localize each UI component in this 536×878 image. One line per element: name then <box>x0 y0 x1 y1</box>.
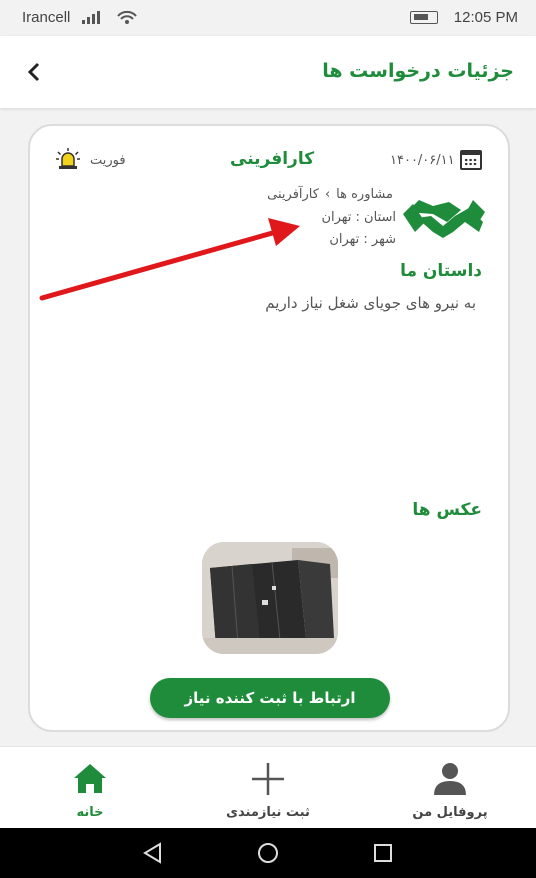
photos-title: عکس ها <box>412 500 482 520</box>
handshake-icon <box>403 200 485 238</box>
wifi-icon <box>117 10 137 24</box>
back-button[interactable] <box>18 56 50 88</box>
system-navigation-bar <box>0 828 536 878</box>
plus-icon <box>252 763 284 795</box>
app-header: جزئیات درخواست ها <box>0 36 536 108</box>
nav-add-request[interactable]: ثبت نیازمندی <box>198 747 338 829</box>
siren-icon <box>56 148 80 169</box>
calendar-icon <box>460 150 482 170</box>
recents-square-icon[interactable] <box>370 840 396 866</box>
status-bar: Irancell 12:05 PM <box>0 0 536 36</box>
signal-icon <box>82 10 100 24</box>
nav-my-profile[interactable]: پروفایل من <box>380 747 520 829</box>
carrier-label: Irancell <box>22 9 71 26</box>
story-text: به نیرو های جویای شغل نیاز داریم <box>265 294 476 312</box>
home-icon <box>74 764 106 793</box>
nav-label: پروفایل من <box>412 805 488 820</box>
nav-label: خانه <box>76 805 104 820</box>
request-card: ۱۴۰۰/۰۶/۱۱ کارافرینی فوریت مشاوره ها › کار… <box>28 124 510 732</box>
nav-label: ثبت نیازمندی <box>226 805 310 820</box>
breadcrumb: مشاوره ها › کارآفرینی <box>264 187 396 202</box>
clock: 12:05 PM <box>453 9 518 26</box>
nav-home[interactable]: خانه <box>20 747 160 829</box>
breadcrumb-separator: › <box>324 187 331 202</box>
bottom-navigation: پروفایل من ثبت نیازمندی خانه <box>0 746 536 828</box>
contact-requester-button[interactable]: ارتباط با ثبت کننده نیاز <box>150 678 390 718</box>
back-triangle-icon[interactable] <box>140 840 166 866</box>
city-label: شهر : تهران <box>329 232 396 247</box>
breadcrumb-parent: مشاوره ها <box>336 187 393 202</box>
chevron-left-icon <box>27 62 40 82</box>
breadcrumb-child: کارآفرینی <box>267 187 319 202</box>
province-label: استان : تهران <box>321 210 396 225</box>
request-date: ۱۴۰۰/۰۶/۱۱ <box>390 153 455 168</box>
request-category: کارافرینی <box>230 149 315 169</box>
request-photo[interactable] <box>202 542 338 654</box>
home-circle-icon[interactable] <box>255 840 281 866</box>
battery-icon <box>410 11 438 24</box>
urgency-label: فوریت <box>90 153 126 168</box>
story-title: داستان ما <box>400 261 482 281</box>
person-icon <box>434 763 466 795</box>
page-title: جزئیات درخواست ها <box>322 60 514 82</box>
